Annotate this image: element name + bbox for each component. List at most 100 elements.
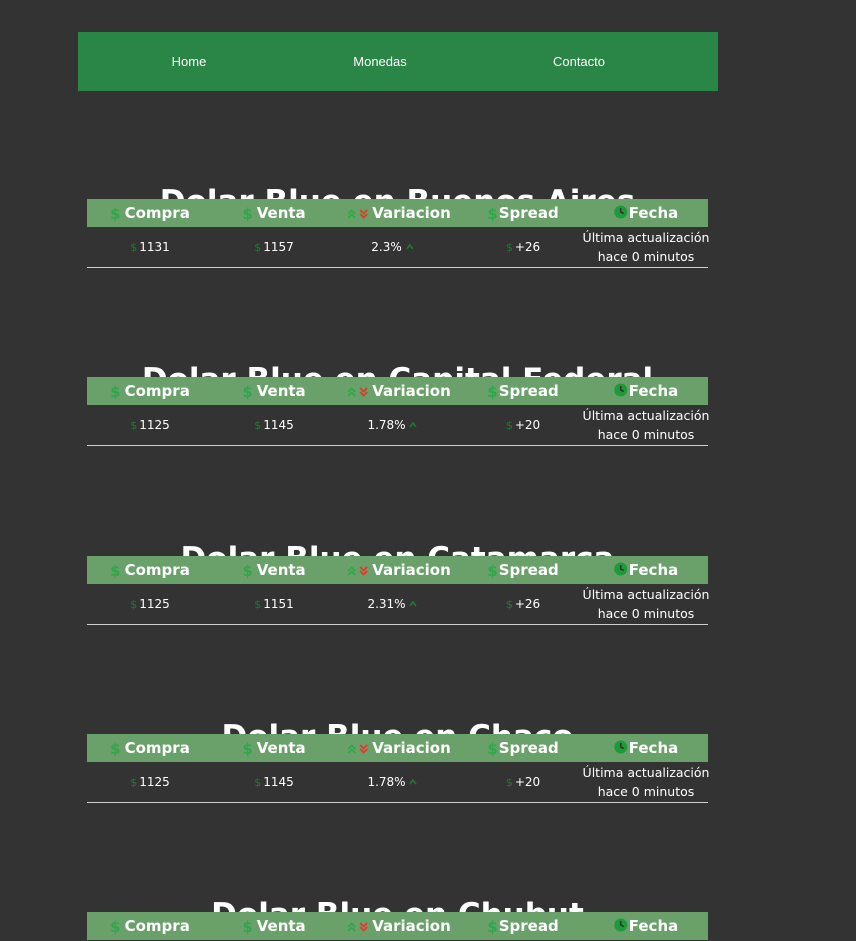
header-variacion-label: Variacion — [372, 561, 451, 579]
header-variacion-label: Variacion — [372, 917, 451, 935]
fecha-line1: Última actualización — [582, 230, 710, 245]
nav-monedas-link[interactable]: Monedas — [353, 32, 406, 91]
cell-spread: $ +20 — [506, 762, 540, 802]
compra-value: 1131 — [139, 240, 170, 254]
spread-value: +20 — [514, 418, 541, 432]
header-compra: $ Compra — [110, 912, 190, 940]
dollar-icon: $ — [110, 382, 121, 401]
chevrons-down-icon — [359, 200, 368, 228]
navbar: Home Monedas Contacto — [78, 32, 718, 91]
table-header: $ Compra $ Venta Variacion $Spread Fecha — [87, 734, 708, 762]
header-spread-label: Spread — [498, 917, 559, 935]
cell-variacion: 2.3% — [371, 227, 413, 267]
variacion-value: 2.3% — [371, 240, 402, 254]
chevrons-down-icon — [359, 913, 368, 941]
dollar-icon: $ — [505, 776, 513, 789]
clock-icon — [614, 378, 628, 406]
dollar-icon: $ — [242, 739, 253, 758]
header-compra-label: Compra — [124, 204, 190, 222]
cell-variacion: 1.78% — [367, 762, 417, 802]
table-header: $ Compra $ Venta Variacion $Spread Fecha — [87, 556, 708, 584]
clock-icon — [614, 735, 628, 763]
fecha-line1: Última actualización — [582, 765, 710, 780]
header-compra: $ Compra — [110, 556, 190, 584]
venta-value: 1157 — [263, 240, 294, 254]
arrow-up-icon — [405, 228, 413, 268]
dollar-icon: $ — [110, 917, 121, 936]
spread-value: +20 — [514, 775, 541, 789]
table-row: $1125 $1145 1.78% $ +20 Última actualizac… — [87, 762, 710, 803]
table-header: $ Compra $ Venta Variacion $Spread Fecha — [87, 199, 708, 227]
chevrons-up-icon — [347, 200, 356, 228]
header-spread-label: Spread — [498, 204, 559, 222]
nav-home-link[interactable]: Home — [172, 32, 207, 91]
cell-fecha: Última actualización hace 0 minutos — [583, 762, 710, 803]
variacion-value: 2.31% — [367, 597, 406, 611]
fecha-line2: hace 0 minutos — [597, 427, 695, 442]
chevrons-up-icon — [347, 557, 356, 585]
cell-variacion: 1.78% — [367, 405, 417, 445]
header-fecha: Fecha — [614, 734, 679, 763]
header-compra-label: Compra — [124, 917, 190, 935]
header-fecha: Fecha — [614, 556, 679, 585]
dollar-icon: $ — [487, 561, 498, 580]
chevrons-down-icon — [359, 557, 368, 585]
compra-value: 1125 — [139, 597, 170, 611]
header-compra-label: Compra — [124, 561, 190, 579]
fecha-line2: hace 0 minutos — [597, 249, 695, 264]
dollar-icon: $ — [130, 598, 138, 611]
venta-value: 1145 — [263, 775, 294, 789]
header-venta-label: Venta — [256, 382, 306, 400]
clock-icon — [614, 200, 628, 228]
variacion-value: 1.78% — [367, 775, 406, 789]
cell-venta: $1157 — [254, 227, 294, 267]
table-header: $ Compra $ Venta Variacion $Spread Fecha — [87, 912, 708, 940]
clock-icon — [614, 557, 628, 585]
venta-value: 1151 — [263, 597, 294, 611]
header-spread-label: Spread — [498, 561, 559, 579]
chevrons-up-icon — [347, 735, 356, 763]
venta-value: 1145 — [263, 418, 294, 432]
dollar-icon: $ — [254, 776, 262, 789]
table-header: $ Compra $ Venta Variacion $Spread Fecha — [87, 377, 708, 405]
dollar-icon: $ — [505, 419, 513, 432]
spread-value: +26 — [514, 597, 541, 611]
header-venta: $ Venta — [242, 199, 305, 227]
header-fecha-label: Fecha — [628, 561, 679, 579]
header-fecha-label: Fecha — [628, 204, 679, 222]
header-fecha-label: Fecha — [628, 382, 679, 400]
table-row: $1125 $1145 1.78% $ +20 Última actualizac… — [87, 405, 710, 446]
header-compra: $ Compra — [110, 377, 190, 405]
cell-fecha: Última actualización hace 0 minutos — [583, 584, 710, 625]
header-fecha: Fecha — [614, 912, 678, 940]
header-venta-label: Venta — [256, 204, 306, 222]
header-spread-label: Spread — [498, 739, 559, 757]
cell-venta: $1151 — [254, 584, 294, 624]
cell-spread: $ +20 — [506, 405, 540, 445]
cell-fecha: Última actualización hace 0 minutos — [583, 227, 710, 268]
cell-compra: $1125 — [130, 762, 170, 802]
header-venta-label: Venta — [256, 561, 306, 579]
dollar-icon: $ — [242, 204, 253, 223]
dollar-icon: $ — [110, 739, 121, 758]
dollar-icon: $ — [254, 419, 262, 432]
cell-venta: $1145 — [254, 762, 294, 802]
header-compra: $ Compra — [110, 199, 190, 227]
header-variacion-label: Variacion — [372, 739, 451, 757]
dollar-icon: $ — [242, 382, 253, 401]
header-compra-label: Compra — [124, 739, 190, 757]
cell-fecha: Última actualización hace 0 minutos — [583, 405, 710, 446]
compra-value: 1125 — [139, 418, 170, 432]
dollar-icon: $ — [487, 204, 498, 223]
fecha-line1: Última actualización — [582, 587, 710, 602]
cell-compra: $1125 — [130, 584, 170, 624]
header-compra: $ Compra — [110, 734, 190, 762]
dollar-icon: $ — [130, 419, 138, 432]
nav-contacto-link[interactable]: Contacto — [553, 32, 605, 91]
dollar-icon: $ — [487, 917, 498, 936]
header-fecha-label: Fecha — [628, 739, 679, 757]
cell-compra: $1131 — [130, 227, 170, 267]
fecha-line2: hace 0 minutos — [597, 606, 695, 621]
header-variacion: Variacion — [347, 556, 451, 584]
cell-spread: $ +26 — [506, 227, 540, 267]
